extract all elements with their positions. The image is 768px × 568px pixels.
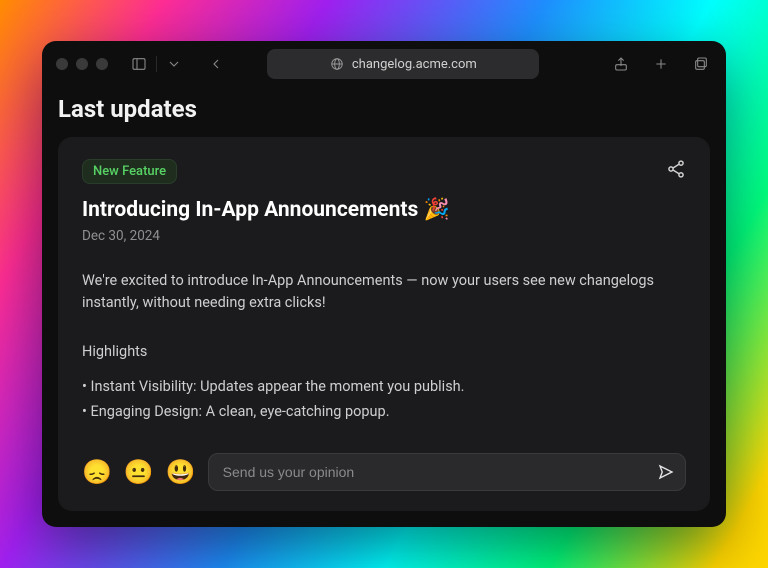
maximize-window-button[interactable] xyxy=(96,58,108,70)
minimize-window-button[interactable] xyxy=(76,58,88,70)
reaction-neutral[interactable]: 😐 xyxy=(124,460,154,484)
share-post-button[interactable] xyxy=(666,159,686,183)
opinion-input-wrap xyxy=(208,453,686,491)
reaction-sad[interactable]: 😞 xyxy=(82,460,112,484)
list-item: Instant Visibility: Updates appear the m… xyxy=(82,378,686,395)
share-icon[interactable] xyxy=(610,53,632,75)
post-body: We're excited to introduce In-App Announ… xyxy=(82,270,686,315)
divider xyxy=(156,56,157,72)
feedback-row: 😞 😐 😃 xyxy=(82,435,686,491)
post-title: Introducing In-App Announcements 🎉 xyxy=(82,198,686,222)
page-content: Last updates New Feature Introducing In-… xyxy=(42,87,726,527)
address-bar-url: changelog.acme.com xyxy=(352,57,477,72)
list-item: Engaging Design: A clean, eye-catching p… xyxy=(82,403,686,420)
browser-window: changelog.acme.com Last updates New Feat… xyxy=(42,41,726,527)
send-button[interactable] xyxy=(657,463,675,481)
sidebar-toggle-icon[interactable] xyxy=(128,53,150,75)
close-window-button[interactable] xyxy=(56,58,68,70)
reaction-happy[interactable]: 😃 xyxy=(166,460,196,484)
tabs-overview-icon[interactable] xyxy=(690,53,712,75)
new-tab-icon[interactable] xyxy=(650,53,672,75)
status-badge: New Feature xyxy=(82,159,177,184)
window-controls xyxy=(56,58,108,70)
opinion-input[interactable] xyxy=(223,464,657,480)
highlights-list: Instant Visibility: Updates appear the m… xyxy=(82,370,686,428)
post-date: Dec 30, 2024 xyxy=(82,228,686,244)
back-button[interactable] xyxy=(205,53,227,75)
chevron-down-icon[interactable] xyxy=(163,53,185,75)
page-title: Last updates xyxy=(58,95,710,123)
titlebar: changelog.acme.com xyxy=(42,41,726,87)
changelog-card: New Feature Introducing In-App Announcem… xyxy=(58,137,710,511)
globe-icon xyxy=(330,57,344,71)
highlights-label: Highlights xyxy=(82,343,686,360)
address-bar[interactable]: changelog.acme.com xyxy=(267,49,539,79)
